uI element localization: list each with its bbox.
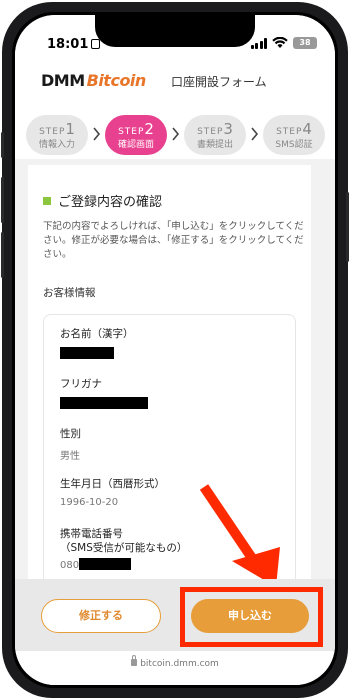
- app-header: DMM Bitcoin 口座開設フォーム: [15, 61, 335, 101]
- notch: [95, 15, 255, 47]
- fix-button[interactable]: 修正する: [41, 599, 161, 633]
- volume-up-button: [1, 177, 4, 223]
- wifi-icon: [272, 37, 288, 48]
- field-gender: 性別 男性: [60, 428, 81, 462]
- battery-icon: 38: [293, 37, 317, 49]
- status-bar: 18:01 38: [15, 15, 335, 61]
- url-text: bitcoin.dmm.com: [140, 659, 219, 669]
- field-phone: 携帯電話番号 （SMS受信が可能なもの） 080: [60, 528, 188, 571]
- step-1: STEP1 情報入力: [26, 115, 88, 155]
- annotation-arrow-icon: [199, 484, 280, 587]
- volume-down-button: [1, 232, 4, 278]
- clock: 18:01: [47, 37, 101, 52]
- cellular-signal-icon: [250, 37, 267, 49]
- instructions-text: 下記の内容でよろしければ、「申し込む」をクリックしてください。修正が必要な場合は…: [43, 221, 304, 260]
- annotation-highlight-box: [180, 587, 323, 647]
- dmm-bitcoin-logo[interactable]: DMM Bitcoin: [41, 71, 146, 90]
- step-4: STEP4 SMS認証: [263, 115, 325, 155]
- section-title: ご登録内容の確認: [43, 191, 162, 210]
- field-birthdate: 生年月日（西暦形式） 1996-10-20: [60, 478, 165, 508]
- focus-icon: [91, 39, 101, 49]
- screen: 18:01 38 DMM Bitcoin 口座開設フォーム STEP1 情報入力…: [15, 15, 335, 685]
- lock-icon: [131, 655, 138, 666]
- square-bullet-icon: [43, 196, 51, 205]
- redacted-value: [79, 558, 132, 570]
- chevron-right-icon: [251, 127, 259, 141]
- redacted-value: [60, 397, 148, 409]
- chevron-right-icon: [172, 127, 180, 141]
- page-title: 口座開設フォーム: [171, 75, 267, 89]
- power-button: [346, 192, 349, 262]
- field-name-kanji: お名前（漢字）: [60, 327, 134, 363]
- progress-stepper: STEP1 情報入力 STEP2 確認画面 STEP3 書類提出 STEP4 S…: [15, 101, 335, 159]
- action-bar: 修正する 申し込む: [15, 579, 335, 651]
- silent-switch: [1, 132, 4, 158]
- step-3: STEP3 書類提出: [184, 115, 246, 155]
- step-2: STEP2 確認画面: [105, 115, 167, 155]
- browser-url-bar[interactable]: bitcoin.dmm.com: [15, 651, 335, 685]
- chevron-right-icon: [93, 127, 101, 141]
- status-indicators: 38: [250, 37, 317, 49]
- field-furigana: フリガナ: [60, 377, 148, 413]
- redacted-value: [60, 347, 114, 359]
- customer-info-heading: お客様情報: [43, 287, 96, 299]
- phone-frame: 18:01 38 DMM Bitcoin 口座開設フォーム STEP1 情報入力…: [1, 2, 349, 698]
